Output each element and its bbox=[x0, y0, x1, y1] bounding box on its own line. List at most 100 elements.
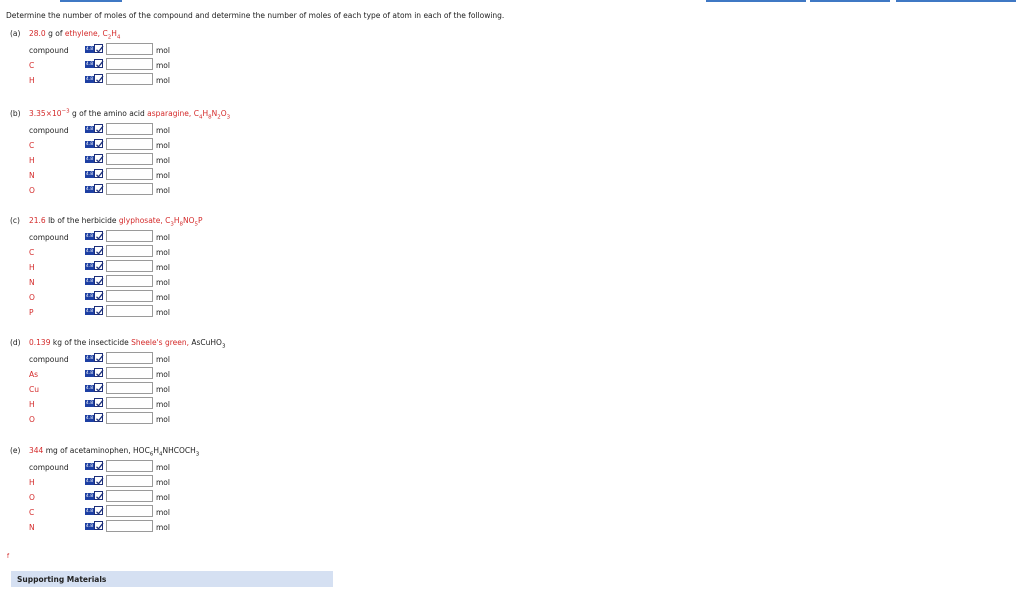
check-answer-icon[interactable] bbox=[94, 491, 104, 500]
unit-label: mol bbox=[156, 478, 170, 487]
answer-input[interactable] bbox=[106, 43, 153, 55]
sig-fig-icon[interactable]: 4.8 bbox=[85, 186, 94, 193]
supporting-materials-bar[interactable]: Supporting Materials bbox=[11, 571, 333, 587]
sig-fig-icon[interactable]: 4.8 bbox=[85, 233, 94, 240]
sig-fig-icon[interactable]: 4.8 bbox=[85, 478, 94, 485]
check-answer-icon[interactable] bbox=[94, 398, 104, 407]
amount-description: g of the amino acid bbox=[72, 109, 145, 118]
check-answer-icon[interactable] bbox=[94, 246, 104, 255]
answer-input[interactable] bbox=[106, 183, 153, 195]
sig-fig-icon[interactable]: 4.8 bbox=[85, 293, 94, 300]
chemical-formula: C3H8NO5P bbox=[165, 216, 202, 227]
sig-fig-icon[interactable]: 4.8 bbox=[85, 248, 94, 255]
sig-fig-icon[interactable]: 4.8 bbox=[85, 400, 94, 407]
answer-row: H 4.8 mol bbox=[10, 397, 225, 412]
answer-tools: 4.8 bbox=[85, 169, 105, 179]
answer-input[interactable] bbox=[106, 153, 153, 165]
check-answer-icon[interactable] bbox=[94, 476, 104, 485]
check-answer-icon[interactable] bbox=[94, 413, 104, 422]
check-answer-icon[interactable] bbox=[94, 291, 104, 300]
element-label: As bbox=[29, 370, 39, 379]
answer-input[interactable] bbox=[106, 275, 153, 287]
answer-input[interactable] bbox=[106, 412, 153, 424]
sig-fig-icon[interactable]: 4.8 bbox=[85, 156, 94, 163]
check-answer-icon[interactable] bbox=[94, 461, 104, 470]
check-answer-icon[interactable] bbox=[94, 306, 104, 315]
answer-input[interactable] bbox=[106, 58, 153, 70]
answer-row: C 4.8 mol bbox=[10, 138, 230, 153]
answer-tools: 4.8 bbox=[85, 154, 105, 164]
answer-input[interactable] bbox=[106, 460, 153, 472]
answer-input[interactable] bbox=[106, 123, 153, 135]
check-answer-icon[interactable] bbox=[94, 368, 104, 377]
nav-tab-indicator[interactable] bbox=[706, 0, 806, 2]
sig-fig-icon[interactable]: 4.8 bbox=[85, 278, 94, 285]
answer-input[interactable] bbox=[106, 397, 153, 409]
sig-fig-icon[interactable]: 4.8 bbox=[85, 263, 94, 270]
check-answer-icon[interactable] bbox=[94, 169, 104, 178]
check-answer-icon[interactable] bbox=[94, 261, 104, 270]
answer-row: C 4.8 mol bbox=[10, 245, 203, 260]
answer-input[interactable] bbox=[106, 382, 153, 394]
check-answer-icon[interactable] bbox=[94, 184, 104, 193]
answer-input[interactable] bbox=[106, 168, 153, 180]
answer-input[interactable] bbox=[106, 520, 153, 532]
sig-fig-icon[interactable]: 4.8 bbox=[85, 46, 94, 53]
answer-input[interactable] bbox=[106, 367, 153, 379]
sig-fig-icon[interactable]: 4.8 bbox=[85, 308, 94, 315]
answer-tools: 4.8 bbox=[85, 476, 105, 486]
answer-input[interactable] bbox=[106, 352, 153, 364]
answer-input[interactable] bbox=[106, 230, 153, 242]
sig-fig-icon[interactable]: 4.8 bbox=[85, 463, 94, 470]
answer-row: As 4.8 mol bbox=[10, 367, 225, 382]
answer-tools: 4.8 bbox=[85, 44, 105, 54]
answer-row: compound 4.8 mol bbox=[10, 352, 225, 367]
check-answer-icon[interactable] bbox=[94, 139, 104, 148]
sig-fig-icon[interactable]: 4.8 bbox=[85, 126, 94, 133]
sig-fig-icon[interactable]: 4.8 bbox=[85, 493, 94, 500]
check-answer-icon[interactable] bbox=[94, 506, 104, 515]
formula-part: HOC bbox=[133, 446, 150, 455]
check-answer-icon[interactable] bbox=[94, 276, 104, 285]
nav-tab-indicator[interactable] bbox=[896, 0, 1016, 2]
sig-fig-icon[interactable]: 4.8 bbox=[85, 141, 94, 148]
check-answer-icon[interactable] bbox=[94, 353, 104, 362]
answer-input[interactable] bbox=[106, 290, 153, 302]
element-label: C bbox=[29, 248, 35, 257]
sig-fig-icon[interactable]: 4.8 bbox=[85, 508, 94, 515]
check-answer-icon[interactable] bbox=[94, 59, 104, 68]
nav-tab-indicator[interactable] bbox=[810, 0, 890, 2]
element-label: N bbox=[29, 171, 35, 180]
answer-input[interactable] bbox=[106, 73, 153, 85]
answer-input[interactable] bbox=[106, 260, 153, 272]
sig-fig-icon[interactable]: 4.8 bbox=[85, 385, 94, 392]
answer-input[interactable] bbox=[106, 490, 153, 502]
unit-label: mol bbox=[156, 493, 170, 502]
sig-fig-icon[interactable]: 4.8 bbox=[85, 370, 94, 377]
check-answer-icon[interactable] bbox=[94, 124, 104, 133]
check-answer-icon[interactable] bbox=[94, 154, 104, 163]
element-label: H bbox=[29, 76, 35, 85]
sig-fig-icon[interactable]: 4.8 bbox=[85, 415, 94, 422]
answer-input[interactable] bbox=[106, 475, 153, 487]
chemical-formula: HOC6H4NHCOCH3 bbox=[133, 446, 199, 457]
check-answer-icon[interactable] bbox=[94, 231, 104, 240]
nav-tab-indicator[interactable] bbox=[60, 0, 122, 2]
sig-fig-icon[interactable]: 4.8 bbox=[85, 355, 94, 362]
check-answer-icon[interactable] bbox=[94, 521, 104, 530]
unit-label: mol bbox=[156, 415, 170, 424]
answer-input[interactable] bbox=[106, 505, 153, 517]
answer-input[interactable] bbox=[106, 305, 153, 317]
sig-fig-icon[interactable]: 4.8 bbox=[85, 523, 94, 530]
sig-fig-icon[interactable]: 4.8 bbox=[85, 171, 94, 178]
answer-input[interactable] bbox=[106, 138, 153, 150]
check-answer-icon[interactable] bbox=[94, 44, 104, 53]
given-amount: 21.6 bbox=[29, 216, 46, 225]
check-answer-icon[interactable] bbox=[94, 74, 104, 83]
check-answer-icon[interactable] bbox=[94, 383, 104, 392]
sig-fig-icon[interactable]: 4.8 bbox=[85, 61, 94, 68]
sig-fig-icon[interactable]: 4.8 bbox=[85, 76, 94, 83]
part-heading: (d) 0.139 kg of the insecticide Sheele's … bbox=[10, 337, 225, 349]
compound-label: compound bbox=[29, 126, 69, 135]
answer-input[interactable] bbox=[106, 245, 153, 257]
